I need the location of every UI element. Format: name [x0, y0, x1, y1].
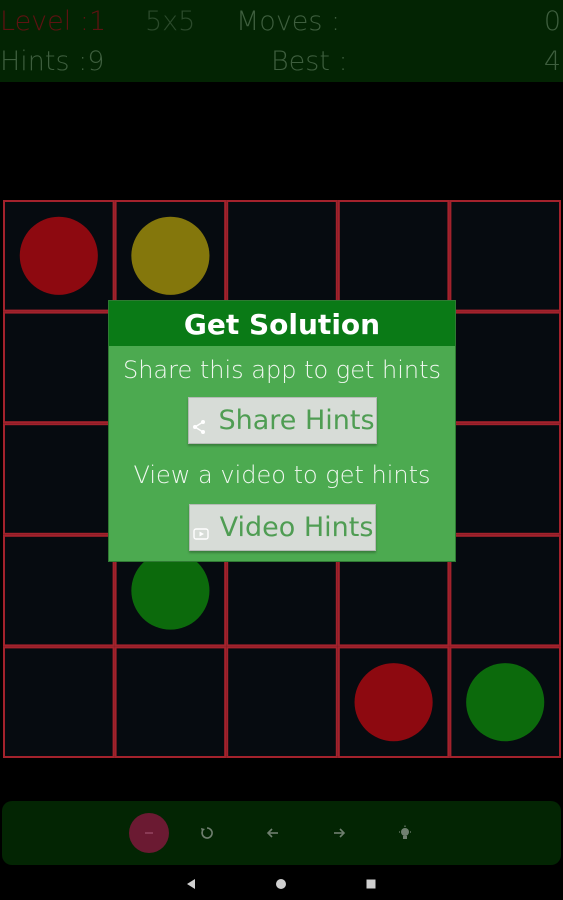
undo-icon	[201, 827, 213, 839]
board-size-indicator: 5x5	[145, 6, 196, 37]
color-dot[interactable]	[131, 216, 210, 295]
video-icon	[192, 519, 210, 540]
undo-button[interactable]	[187, 813, 227, 853]
minus-button[interactable]	[129, 813, 169, 853]
share-icon	[190, 412, 208, 434]
nav-back-button[interactable]	[181, 874, 201, 894]
moves-value: 0	[543, 6, 561, 37]
recents-icon	[366, 879, 376, 889]
video-hints-button[interactable]: Video Hints	[189, 504, 376, 551]
color-dot[interactable]	[354, 663, 433, 742]
bottom-toolbar	[2, 801, 561, 865]
get-solution-dialog: Get Solution Share this app to get hints…	[108, 300, 456, 562]
bulb-icon	[399, 825, 411, 839]
next-level-button[interactable]	[319, 813, 359, 853]
best-value: 4	[543, 46, 561, 77]
previous-level-button[interactable]	[253, 813, 293, 853]
system-nav-bar	[0, 868, 563, 900]
color-dot[interactable]	[466, 663, 545, 742]
share-hints-label: Share Hints	[218, 405, 375, 436]
video-prompt: View a video to get hints	[133, 461, 431, 489]
game-header: Level :1 5x5 Moves : 0 Hints :9 Best : 4	[0, 0, 563, 82]
dialog-title: Get Solution	[109, 301, 455, 346]
hint-button[interactable]	[385, 813, 425, 853]
home-icon	[276, 879, 286, 889]
back-icon	[187, 879, 195, 889]
arrow-left-icon	[266, 828, 278, 838]
color-dot[interactable]	[131, 551, 210, 630]
best-label: Best :	[271, 46, 348, 77]
color-dot[interactable]	[19, 216, 98, 295]
arrow-right-icon	[334, 828, 346, 838]
video-hints-label: Video Hints	[219, 512, 374, 543]
moves-label: Moves :	[236, 6, 341, 37]
hints-indicator: Hints :9	[0, 46, 105, 77]
nav-home-button[interactable]	[271, 874, 291, 894]
minus-icon	[145, 832, 153, 834]
level-indicator: Level :1	[0, 6, 107, 37]
nav-recents-button[interactable]	[361, 874, 381, 894]
share-prompt: Share this app to get hints	[122, 356, 442, 384]
share-hints-button[interactable]: Share Hints	[188, 397, 377, 444]
